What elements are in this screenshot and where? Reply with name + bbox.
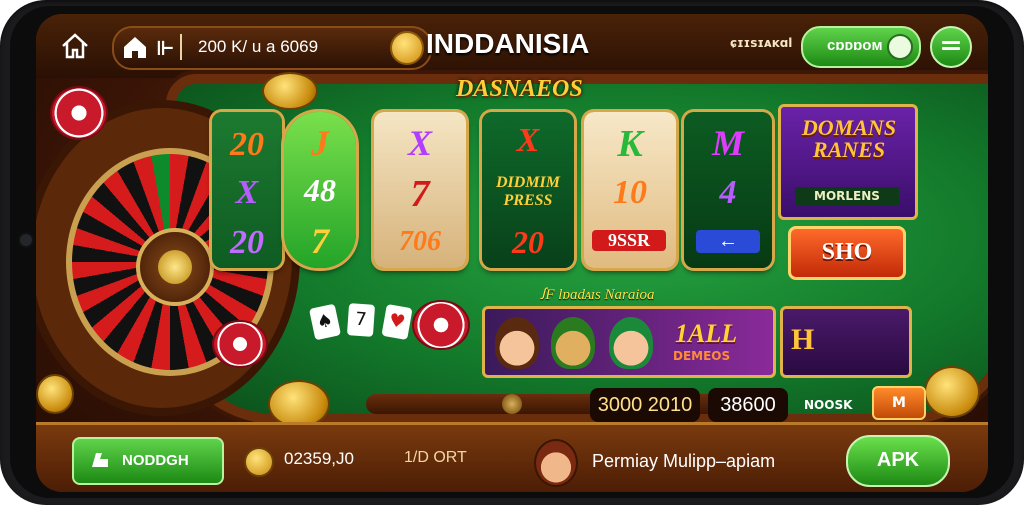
reel-symbol: DIDMIM PRESS [495,174,560,209]
wallet-icon [92,453,108,467]
max-button[interactable]: M [872,386,926,420]
deposit-button[interactable]: NODDGH [72,437,224,485]
poker-chip-red [212,320,268,368]
deposit-label: NODDGH [122,452,189,469]
bet-slider-knob[interactable] [502,394,522,414]
brand-header: DASNAEOS [456,76,583,102]
poker-chip-red [50,86,108,140]
home-icon[interactable] [122,34,148,60]
front-camera [18,232,34,248]
reel-symbol: ← [696,230,760,253]
roulette-center-icon [158,250,192,284]
game-banner-2-title: H [791,323,815,356]
reel-symbol: 48 [304,172,336,208]
bottom-label: 1/D ORT [404,449,467,466]
menu-icon-line [942,47,960,50]
reel-symbol: K [617,123,643,165]
avatar[interactable] [534,439,578,487]
coin-amount: 02359,J0 [284,449,354,468]
character-avatar [495,317,539,369]
gold-coin-stack [268,380,330,428]
reel-symbol: 7 [311,221,329,261]
separator [180,34,182,60]
game-banner-title: 1ALL [675,319,738,348]
roulette-hub [136,228,214,306]
slot-reel-1: 20 X 20 [212,112,282,268]
game-banner-2[interactable]: H [780,306,912,378]
promo-panel[interactable]: DOMANS RANES MORLENS [778,104,918,220]
reel-symbol: X [235,174,259,211]
menu-icon-line [942,41,960,44]
app-title: INDDANISIA [426,28,590,59]
spin-button[interactable]: SHO [788,226,906,280]
reel-symbol: 20 [512,224,544,260]
reel-symbol: 9SSR [592,230,666,251]
slot-reel-2: J 48 7 [284,112,356,268]
coin-icon [244,447,274,477]
slot-reel-5: K 10 9SSR [584,112,676,268]
reel-symbol: 20 [230,126,264,163]
bet-value: 3000 2010 [590,388,700,422]
playing-card: 7 [346,303,376,337]
coin-icon[interactable] [390,31,424,65]
playing-card: ♥ [381,303,413,341]
section-label: ꭍF lɒɑdᴀɪs Naraioa [540,287,655,303]
character-avatar [609,317,653,369]
reel-symbol: 706 [399,226,441,257]
menu-button[interactable] [930,26,972,68]
game-banner-subtitle: DEMEOS [673,349,731,363]
fav-icon[interactable]: ⊩ [156,36,174,60]
top-toggle-button[interactable]: ᴄɒᴅɒᴏᴍ [801,26,921,68]
promo-text: Permiay Mulipp–apiam [592,451,776,471]
reel-symbol: M [711,123,744,163]
promo-subtitle: MORLENS [795,187,899,205]
reel-symbol: J [311,123,329,163]
gold-coin-stack [262,72,318,110]
win-value: 38600 [708,388,788,422]
reel-symbol: X [407,123,432,163]
top-bar: ⊩ 200 K/ u a 6069 INDDANISIA ɕɪɪsɪᴀᴋɑl ᴄ… [36,14,988,78]
balance-amount: 200 K/ u a 6069 [198,37,319,56]
game-screen: ⊩ 200 K/ u a 6069 INDDANISIA ɕɪɪsɪᴀᴋɑl ᴄ… [36,14,988,492]
toggle-knob-icon [887,34,913,60]
value-label: NOOSK [804,398,853,412]
apk-download-button[interactable]: APK [846,435,950,487]
reel-symbol: X [516,122,540,159]
game-banner[interactable]: 1ALL DEMEOS [482,306,776,378]
slot-reel-4: X DIDMIM PRESS 20 [482,112,574,268]
slot-reel-6: M 4 ← [684,112,772,268]
home-icon[interactable] [60,32,90,60]
reel-symbol: 7 [410,173,430,215]
bottom-bar: NODDGH 02359,J0 1/D ORT Permiay Mulipp–a… [36,422,988,492]
reel-symbol: 20 [230,224,264,261]
toggle-label: ᴄɒᴅɒᴏᴍ [827,37,883,54]
gold-coin-stack [36,374,74,414]
top-label: ɕɪɪsɪᴀᴋɑl [730,36,793,50]
promo-title: DOMANS RANES [801,115,897,162]
slot-reel-3: X 7 706 [374,112,466,268]
balance-pill[interactable]: ⊩ 200 K/ u a 6069 [112,26,432,70]
reel-symbol: 4 [719,174,737,211]
gold-coin-stack [924,366,980,418]
poker-chip-red [412,300,470,350]
reel-symbol: 10 [613,174,647,211]
character-avatar [551,317,595,369]
